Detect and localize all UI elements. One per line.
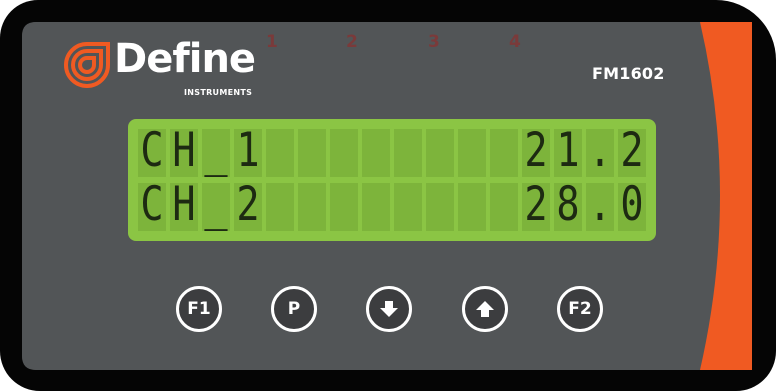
down-button[interactable] <box>366 286 412 332</box>
p-button[interactable]: P <box>271 286 317 332</box>
lcd-char: C <box>140 123 164 178</box>
indicator-3: 3 <box>428 32 440 52</box>
arrow-down-icon <box>380 301 398 317</box>
lcd-char: 1 <box>556 123 580 178</box>
lcd-cell <box>458 183 486 231</box>
lcd-cell <box>490 183 518 231</box>
lcd-cell <box>394 129 422 177</box>
define-logo-icon <box>64 42 110 88</box>
lcd-cell <box>394 183 422 231</box>
lcd-cell <box>362 183 390 231</box>
indicator-1: 1 <box>266 32 278 52</box>
lcd-char: . <box>588 177 612 232</box>
lcd-cell <box>426 129 454 177</box>
lcd-char: 2 <box>524 123 548 178</box>
lcd-cell <box>330 129 358 177</box>
lcd-char: 8 <box>556 177 580 232</box>
indicator-2: 2 <box>346 32 358 52</box>
lcd-cell <box>266 129 294 177</box>
lcd-cell <box>426 183 454 231</box>
lcd-cell <box>266 183 294 231</box>
model-label: FM1602 <box>592 64 665 83</box>
lcd-cell <box>458 129 486 177</box>
lcd-char: _ <box>204 177 228 232</box>
brand-subtitle: INSTRUMENTS <box>184 88 253 97</box>
lcd-char: 2 <box>236 177 260 232</box>
lcd-cell <box>330 183 358 231</box>
lcd-cell <box>298 183 326 231</box>
lcd-char: 2 <box>620 123 644 178</box>
indicator-4: 4 <box>509 32 521 52</box>
lcd-display: C H _ 1 2 1. 2 C H _ 2 2 8. 0 <box>128 119 656 241</box>
f2-button[interactable]: F2 <box>557 286 603 332</box>
lcd-char: 0 <box>620 177 644 232</box>
arrow-up-icon <box>476 301 494 317</box>
f1-button[interactable]: F1 <box>176 286 222 332</box>
up-button[interactable] <box>462 286 508 332</box>
lcd-char: 2 <box>524 177 548 232</box>
lcd-char: . <box>588 123 612 178</box>
lcd-cell <box>298 129 326 177</box>
brand-name: Define <box>114 36 256 82</box>
lcd-char: 1 <box>236 123 260 178</box>
lcd-cell <box>362 129 390 177</box>
lcd-char: _ <box>204 123 228 178</box>
lcd-cell <box>490 129 518 177</box>
lcd-char: C <box>140 177 164 232</box>
lcd-char: H <box>172 177 196 232</box>
lcd-char: H <box>172 123 196 178</box>
